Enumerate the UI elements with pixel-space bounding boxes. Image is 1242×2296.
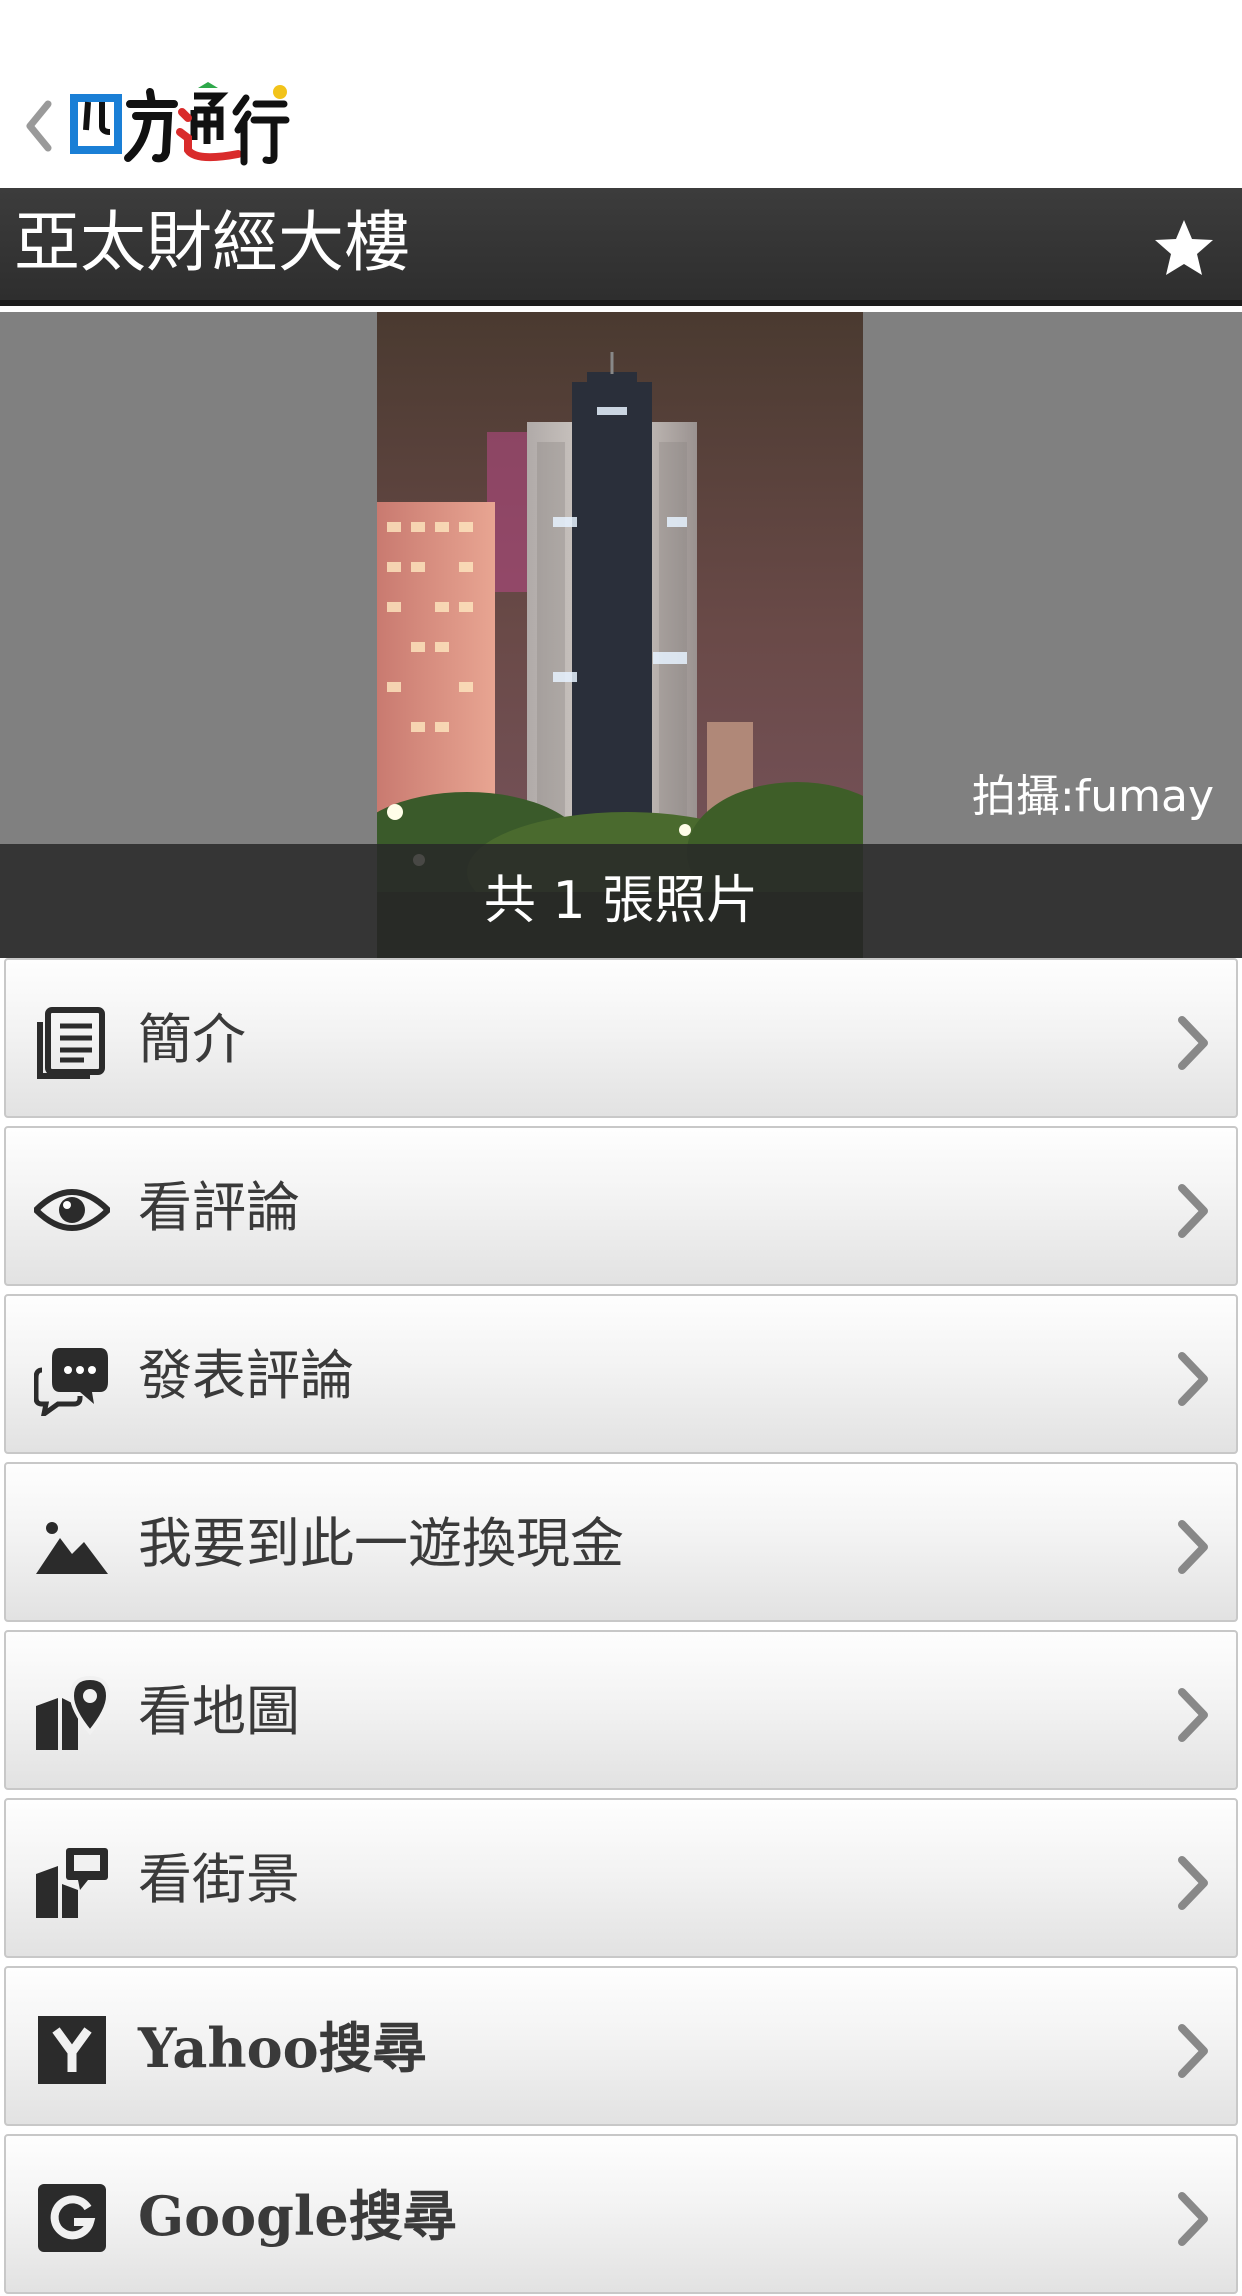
photo-gallery[interactable]: 拍攝:fumay 共 1 張照片 [0,312,1242,958]
chevron-right-icon [1178,2024,1208,2078]
menu-item-google-search[interactable]: Google搜尋 [4,2134,1238,2294]
menu-item-label: 我要到此一遊換現金 [138,1512,624,1575]
title-bar: 亞太財經大樓 [0,188,1242,306]
chevron-right-icon [1178,1520,1208,1574]
menu-item-reviews[interactable]: 看評論 [4,1126,1238,1286]
menu-item-checkin-cash[interactable]: 我要到此一遊換現金 [4,1462,1238,1622]
eye-icon [34,1189,110,1231]
chevron-right-icon [1178,2192,1208,2246]
mountain-landscape-icon [36,1522,108,1574]
app-logo[interactable] [70,82,290,168]
menu-item-label: Google搜尋 [138,2184,457,2248]
menu-item-label: 看評論 [138,1176,300,1239]
menu-item-label: Yahoo搜尋 [138,2016,427,2080]
chevron-right-icon [1178,1856,1208,1910]
menu-item-label: 簡介 [138,1008,246,1071]
app-header [0,0,1242,188]
menu-item-map[interactable]: 看地圖 [4,1630,1238,1790]
map-pin-icon [36,1676,110,1750]
menu-item-label: 看地圖 [138,1680,300,1743]
chevron-right-icon [1178,1016,1208,1070]
star-icon[interactable] [1152,216,1216,280]
yahoo-icon [38,2016,106,2084]
document-icon [37,1007,105,1079]
street-view-icon [36,1848,108,1918]
google-icon [38,2184,106,2252]
chat-bubbles-icon [34,1348,108,1416]
menu-item-label: 看街景 [138,1848,300,1911]
menu-item-label: 發表評論 [138,1344,354,1407]
logo-mark [70,82,290,166]
photo-count-bar[interactable]: 共 1 張照片 [0,844,1242,958]
photo-credit: 拍攝:fumay [971,771,1214,822]
chevron-right-icon [1178,1184,1208,1238]
chevron-left-icon[interactable] [18,96,58,156]
photo-count-label: 共 1 張照片 [483,871,759,931]
chevron-right-icon [1178,1688,1208,1742]
chevron-right-icon [1178,1352,1208,1406]
menu-item-street-view[interactable]: 看街景 [4,1798,1238,1958]
menu-item-yahoo-search[interactable]: Yahoo搜尋 [4,1966,1238,2126]
page-title: 亞太財經大樓 [14,204,410,281]
menu-item-intro[interactable]: 簡介 [4,958,1238,1118]
menu-item-post-review[interactable]: 發表評論 [4,1294,1238,1454]
